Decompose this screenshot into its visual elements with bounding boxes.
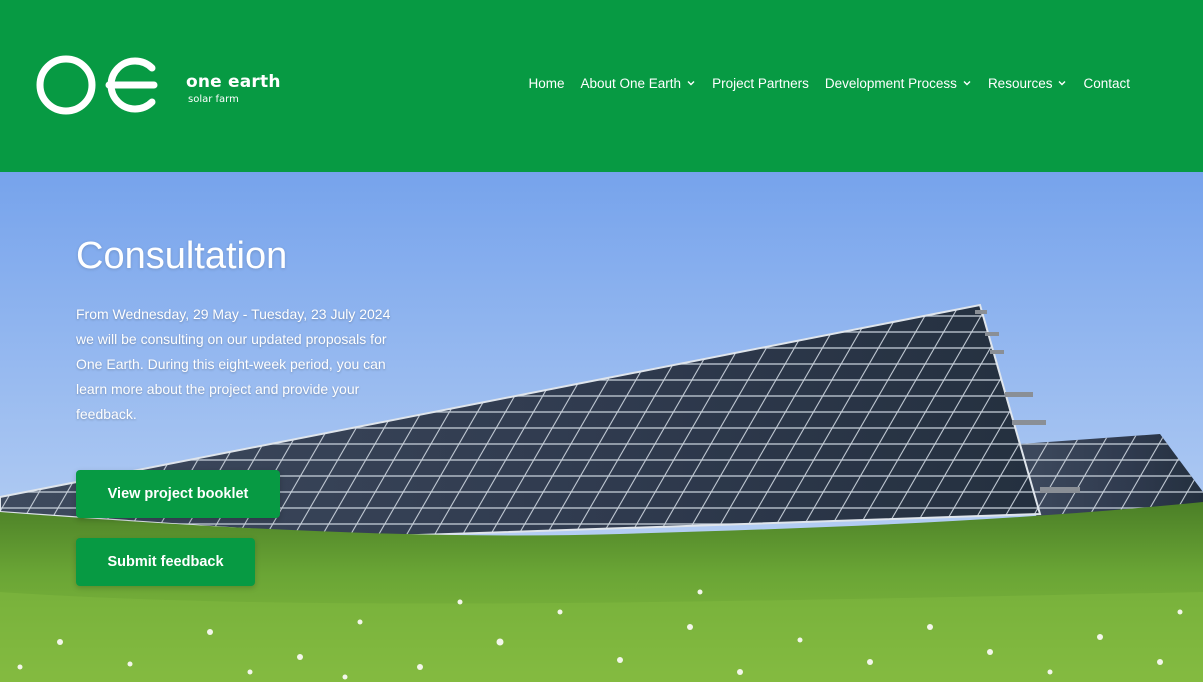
- site-header: one earth solar farm Home About One Eart…: [0, 0, 1203, 172]
- nav-item-label: Development Process: [824, 76, 957, 91]
- nav-item-label: Home: [528, 76, 565, 91]
- main-nav: Home About One Earth Project Partners De…: [528, 76, 1130, 91]
- page-title: Consultation: [76, 235, 288, 277]
- nav-item-label: Resources: [987, 76, 1053, 91]
- chevron-down-icon: [687, 80, 695, 85]
- nav-item-home[interactable]: Home: [528, 76, 564, 91]
- brand-name: one earth: [186, 72, 281, 92]
- brand-tagline: solar farm: [188, 94, 239, 105]
- nav-item-label: About One Earth: [580, 76, 682, 91]
- submit-feedback-button[interactable]: Submit feedback: [76, 538, 255, 586]
- logo[interactable]: one earth solar farm: [34, 52, 280, 118]
- hero-section: Consultation From Wednesday, 29 May - Tu…: [0, 172, 1203, 682]
- nav-item-resources[interactable]: Resources: [988, 76, 1068, 91]
- nav-item-contact[interactable]: Contact: [1083, 76, 1130, 91]
- hero-content: Consultation From Wednesday, 29 May - Tu…: [76, 235, 416, 427]
- one-earth-logo-mark: [36, 55, 158, 115]
- nav-item-label: Project Partners: [712, 76, 809, 91]
- view-project-booklet-button[interactable]: View project booklet: [76, 470, 280, 518]
- chevron-down-icon: [963, 80, 971, 85]
- nav-item-project-partners[interactable]: Project Partners: [712, 76, 809, 91]
- nav-item-about[interactable]: About One Earth: [581, 76, 697, 91]
- chevron-down-icon: [1058, 80, 1066, 85]
- nav-item-development-process[interactable]: Development Process: [825, 76, 972, 91]
- hero-description: From Wednesday, 29 May - Tuesday, 23 Jul…: [76, 305, 391, 422]
- nav-item-label: Contact: [1083, 76, 1130, 91]
